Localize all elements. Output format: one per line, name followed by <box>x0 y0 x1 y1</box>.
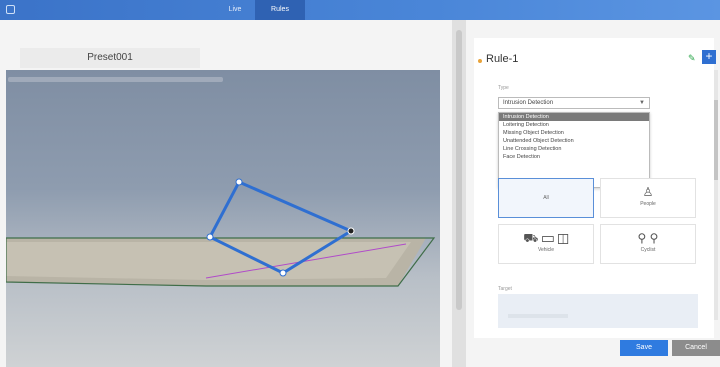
cancel-button[interactable]: Cancel <box>672 340 720 356</box>
filter-tile-label: Vehicle <box>537 247 555 253</box>
preset-selector[interactable]: Preset001 <box>20 48 200 68</box>
tab-rules[interactable]: Rules <box>255 0 305 20</box>
type-select-value: Intrusion Detection <box>503 100 554 106</box>
type-dropdown-list: Intrusion Detection Loitering Detection … <box>498 112 650 188</box>
dropdown-option[interactable]: Missing Object Detection <box>499 129 649 137</box>
scene-surface-highlight <box>6 242 411 280</box>
target-field[interactable] <box>498 294 698 328</box>
roi-handle[interactable] <box>206 233 214 241</box>
filter-tile-vehicle[interactable]: ⛟ ▭ ◫ Vehicle <box>498 224 594 264</box>
roi-handle[interactable] <box>347 227 355 235</box>
top-navigation-bar: Live Rules <box>0 0 720 20</box>
dropdown-option[interactable]: Unattended Object Detection <box>499 137 649 145</box>
type-select[interactable]: Intrusion Detection ▼ <box>498 97 650 109</box>
dropdown-option[interactable]: Intrusion Detection <box>499 113 649 121</box>
dropdown-option[interactable]: Line Crossing Detection <box>499 145 649 153</box>
filter-tile-cyclist[interactable]: ⚲ ⚲ Cyclist <box>600 224 696 264</box>
target-placeholder <box>508 314 568 318</box>
type-field-label: Type <box>498 85 509 91</box>
dropdown-option[interactable]: Face Detection <box>499 153 649 161</box>
filter-tile-all[interactable]: All <box>498 178 594 218</box>
video-scene <box>6 178 436 287</box>
filter-tile-label: People <box>640 201 656 207</box>
roi-handle[interactable] <box>279 269 287 277</box>
add-rule-button[interactable]: + <box>702 50 716 64</box>
dropdown-option[interactable]: Loitering Detection <box>499 121 649 129</box>
rule-name: Rule-1 <box>486 53 519 65</box>
rule-settings-pane: Rule-1 ✎ + Type Intrusion Detection ▼ In… <box>466 20 720 367</box>
vehicle-icon: ⛟ ▭ ◫ <box>523 231 569 245</box>
person-icon: ♙ <box>642 185 654 199</box>
divider-scrollbar[interactable] <box>456 30 462 310</box>
rule-status-dot <box>478 59 482 63</box>
filter-tile-label: All <box>543 195 549 201</box>
pencil-icon[interactable]: ✎ <box>688 53 696 64</box>
filter-tile-people[interactable]: ♙ People <box>600 178 696 218</box>
roi-handle[interactable] <box>235 178 243 186</box>
pane-divider[interactable] <box>452 20 466 367</box>
scrollbar-thumb[interactable] <box>714 100 718 180</box>
target-label: Target <box>498 286 512 292</box>
tab-live[interactable]: Live <box>215 0 255 20</box>
filter-tile-label: Cyclist <box>640 247 656 253</box>
video-preview[interactable] <box>6 70 440 367</box>
home-icon[interactable] <box>6 5 15 14</box>
chevron-down-icon: ▼ <box>639 100 645 106</box>
plus-icon: + <box>705 49 713 63</box>
save-button[interactable]: Save <box>620 340 668 356</box>
preview-pane: Preset001 <box>0 20 452 367</box>
panel-scrollbar[interactable] <box>714 70 718 320</box>
cyclist-icon: ⚲ ⚲ <box>637 231 659 245</box>
